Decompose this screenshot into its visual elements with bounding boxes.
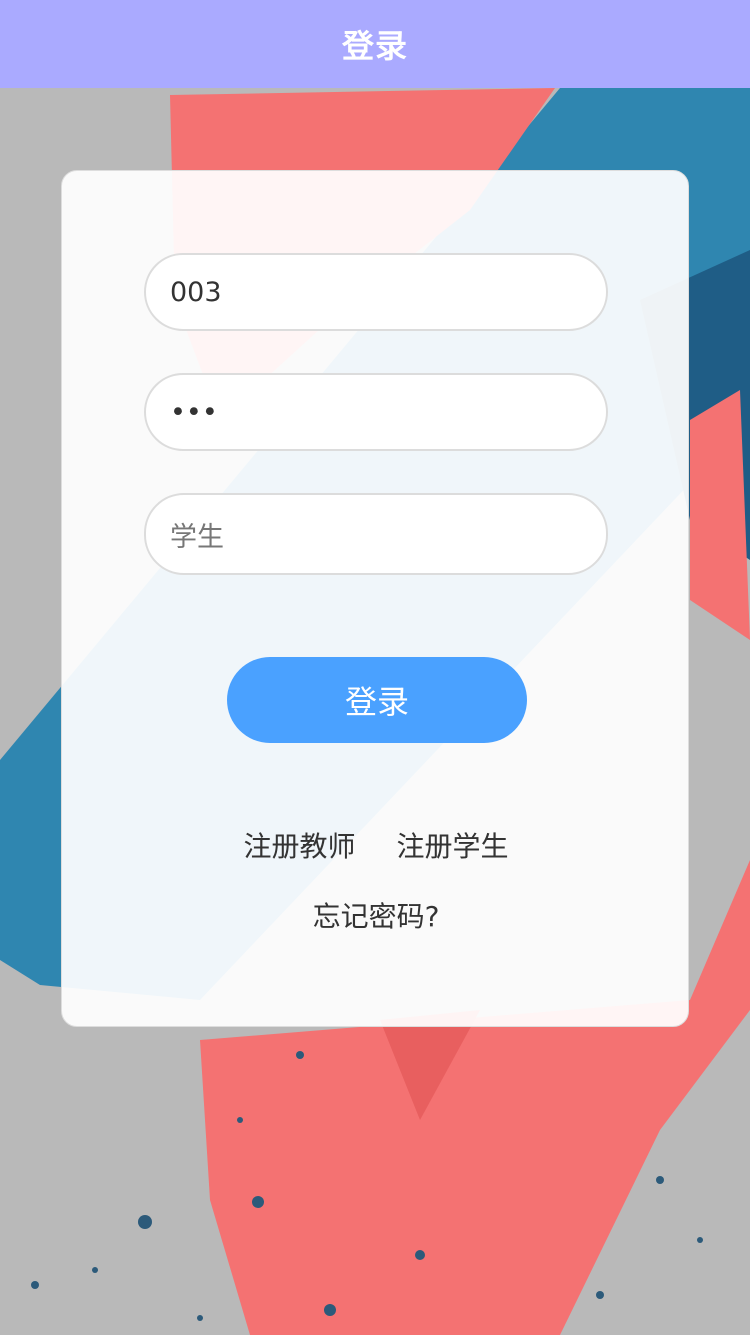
username-input[interactable]: 003: [144, 253, 608, 331]
register-links: 注册教师 注册学生: [62, 825, 690, 865]
login-page: 登录 003 ••• 学生 登录 注册教师 注册学生 忘记密码?: [0, 0, 750, 1335]
login-card: 003 ••• 学生 登录 注册教师 注册学生 忘记密码?: [61, 170, 689, 1027]
register-student-link[interactable]: 注册学生: [396, 825, 508, 865]
register-teacher-link[interactable]: 注册教师: [244, 825, 356, 865]
forgot-password-link[interactable]: 忘记密码?: [62, 895, 690, 935]
top-navbar: 登录: [0, 0, 750, 88]
page-title: 登录: [341, 27, 408, 65]
role-select[interactable]: 学生: [144, 493, 608, 575]
login-button[interactable]: 登录: [227, 657, 527, 743]
password-input[interactable]: •••: [144, 373, 608, 451]
